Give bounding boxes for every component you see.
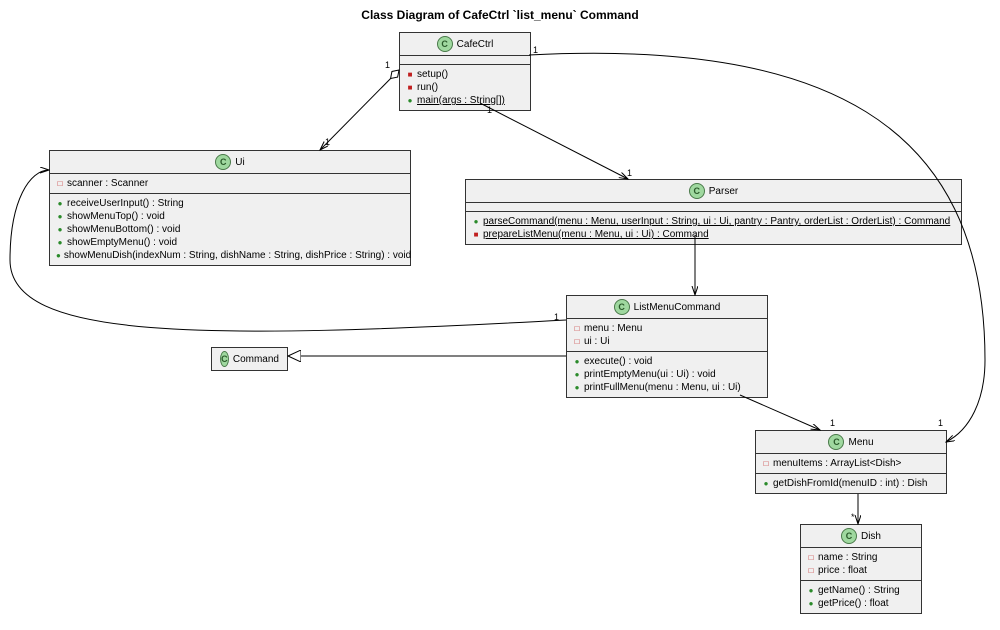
class-icon: C bbox=[689, 183, 705, 199]
member: ●getName() : String bbox=[807, 584, 915, 597]
class-icon: C bbox=[220, 351, 229, 367]
mult-label: 1 bbox=[627, 168, 632, 178]
member: ■setup() bbox=[406, 68, 524, 81]
member: ●parseCommand(menu : Menu, userInput : S… bbox=[472, 215, 955, 228]
member: ●showMenuDish(indexNum : String, dishNam… bbox=[56, 249, 404, 262]
class-cafectrl: C CafeCtrl ■setup()■run()●main(args : Str… bbox=[399, 32, 531, 111]
member: ■run() bbox=[406, 81, 524, 94]
member: ●getDishFromId(menuID : int) : Dish bbox=[762, 477, 940, 490]
class-listmenucommand: C ListMenuCommand □menu : Menu□ui : Ui ●e… bbox=[566, 295, 768, 398]
member: ●showEmptyMenu() : void bbox=[56, 236, 404, 249]
member: ●execute() : void bbox=[573, 355, 761, 368]
member: □name : String bbox=[807, 551, 915, 564]
member: □menuItems : ArrayList<Dish> bbox=[762, 457, 940, 470]
class-parser: C Parser ●parseCommand(menu : Menu, userI… bbox=[465, 179, 962, 245]
member: ■prepareListMenu(menu : Menu, ui : Ui) :… bbox=[472, 228, 955, 241]
mult-label: * bbox=[851, 512, 855, 522]
member: □ui : Ui bbox=[573, 335, 761, 348]
class-name: Parser bbox=[709, 186, 738, 197]
class-ui: C Ui □scanner : Scanner ●receiveUserInput… bbox=[49, 150, 411, 266]
class-icon: C bbox=[614, 299, 630, 315]
class-name: Ui bbox=[235, 157, 244, 168]
member: ●printFullMenu(menu : Menu, ui : Ui) bbox=[573, 381, 761, 394]
class-dish: C Dish □name : String□price : float ●getN… bbox=[800, 524, 922, 614]
member: ●main(args : String[]) bbox=[406, 94, 524, 107]
class-name: Menu bbox=[848, 437, 873, 448]
class-icon: C bbox=[437, 36, 453, 52]
class-icon: C bbox=[215, 154, 231, 170]
mult-label: 1 bbox=[533, 45, 538, 55]
member: □scanner : Scanner bbox=[56, 177, 404, 190]
class-icon: C bbox=[841, 528, 857, 544]
class-name: Command bbox=[233, 354, 279, 365]
class-name: CafeCtrl bbox=[457, 39, 494, 50]
mult-label: 1 bbox=[385, 60, 390, 70]
class-name: Dish bbox=[861, 531, 881, 542]
mult-label: 1 bbox=[487, 105, 492, 115]
member: ●showMenuTop() : void bbox=[56, 210, 404, 223]
member: ●receiveUserInput() : String bbox=[56, 197, 404, 210]
mult-label: 1 bbox=[554, 312, 559, 322]
member: ●printEmptyMenu(ui : Ui) : void bbox=[573, 368, 761, 381]
class-name: ListMenuCommand bbox=[634, 302, 721, 313]
class-command: C Command bbox=[211, 347, 288, 371]
member: ●showMenuBottom() : void bbox=[56, 223, 404, 236]
member: □menu : Menu bbox=[573, 322, 761, 335]
member: ●getPrice() : float bbox=[807, 597, 915, 610]
member: □price : float bbox=[807, 564, 915, 577]
diagram-title: Class Diagram of CafeCtrl `list_menu` Co… bbox=[0, 0, 1000, 30]
class-icon: C bbox=[828, 434, 844, 450]
mult-label: 1 bbox=[938, 418, 943, 428]
mult-label: 1 bbox=[325, 137, 330, 147]
mult-label: 1 bbox=[830, 418, 835, 428]
class-menu: C Menu □menuItems : ArrayList<Dish> ●getD… bbox=[755, 430, 947, 494]
